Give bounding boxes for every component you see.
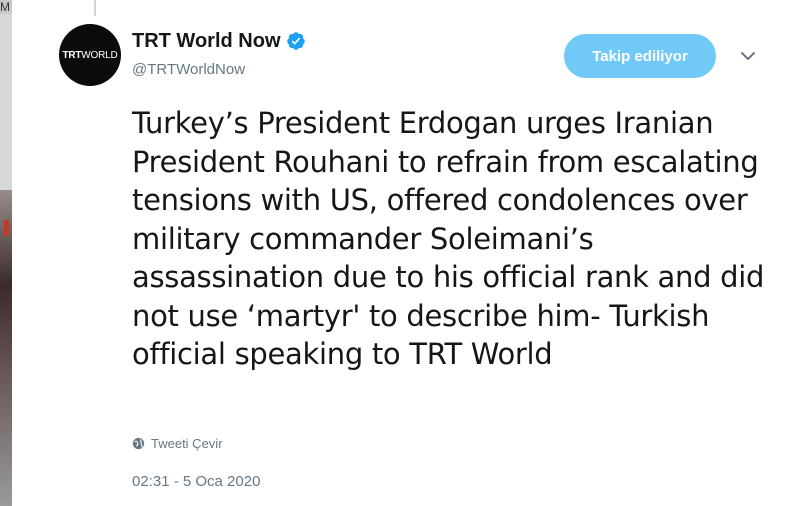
avatar-brand-world: WORLD <box>81 49 118 61</box>
background-window-image <box>0 190 12 506</box>
translate-label: Tweeti Çevir <box>151 436 223 451</box>
background-window-accent <box>4 220 9 236</box>
background-window-letter: M <box>0 0 10 14</box>
tweet-card: TRT WORLD TRT World Now @TRTWorldNow Taki… <box>12 0 811 506</box>
tweet-author: TRT World Now @TRTWorldNow <box>132 29 306 79</box>
following-button[interactable]: Takip ediliyor <box>564 34 716 78</box>
chevron-down-icon[interactable] <box>738 46 758 66</box>
display-name[interactable]: TRT World Now <box>132 29 281 53</box>
translate-tweet-link[interactable]: Tweeti Çevir <box>132 436 223 451</box>
background-window-edge: M <box>0 0 12 506</box>
verified-badge-icon <box>286 31 306 51</box>
user-handle[interactable]: @TRTWorldNow <box>132 61 306 79</box>
tweet-text: Turkey’s President Erdogan urges Iranian… <box>132 106 765 371</box>
display-name-row: TRT World Now <box>132 29 306 53</box>
avatar[interactable]: TRT WORLD <box>59 24 121 86</box>
avatar-brand-trt: TRT <box>62 49 82 61</box>
tweet-timestamp[interactable]: 02:31 - 5 Oca 2020 <box>132 473 260 490</box>
globe-icon <box>132 437 145 450</box>
